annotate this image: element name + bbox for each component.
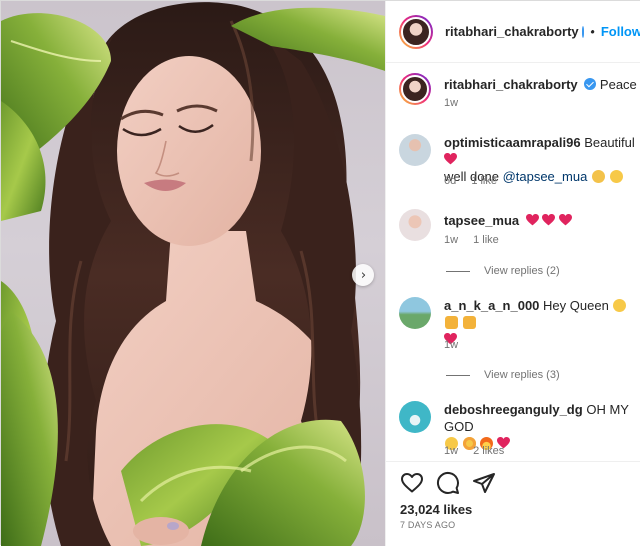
comment-text: Beautiful [584,135,635,150]
comment-username[interactable]: tapsee_mua [444,213,519,228]
comment-like-count[interactable]: 2 likes [473,445,504,457]
comment-row: tapsee_mua [399,209,640,241]
comment-like-count[interactable]: 1 like [473,234,499,246]
chevron-right-icon: › [360,267,367,283]
red-heart-emoji-icon [542,214,556,226]
astonished-face-emoji-icon [609,170,623,183]
clapping-hands-emoji-icon [591,170,605,183]
comment-like-count[interactable]: 1 like [471,175,497,187]
comment-meta: 1w 1 like [444,234,511,246]
smiling-face-emoji-icon [613,299,627,312]
comments-list: ritabhari_chakraborty Peace 1w optimisti… [386,63,640,461]
post-header: ritabhari_chakraborty • Follow [386,1,640,63]
caption-text: Peace [599,77,637,92]
caption-row: ritabhari_chakraborty Peace [399,73,640,105]
view-replies-button[interactable]: View replies (3) [446,369,560,381]
comment-meta: 1w [444,339,470,351]
like-count[interactable]: 23,024 likes [400,502,472,517]
view-replies-label: View replies (3) [484,369,560,381]
commenter-avatar[interactable] [399,297,431,329]
comment-username[interactable]: deboshreeganguly_dg [444,402,583,417]
separator-dot: • [590,24,595,39]
comment-mention[interactable]: @tapsee_mua [503,169,588,184]
instagram-post-dialog: › ritabhari_chakraborty • Follow ritabha… [0,0,640,546]
comment-row: a_n_k_a_n_000 Hey Queen [399,297,640,348]
portrait-illustration [1,2,385,546]
red-heart-emoji-icon [559,214,573,226]
comment-bubble-icon[interactable] [436,471,460,495]
comment-time: 1w [444,234,459,246]
comment-meta: 1w 2 likes [444,445,516,457]
comment-row: optimisticaamrapali96 Beautiful well don… [399,134,640,185]
post-photo[interactable]: › [1,1,385,546]
comment-time: 6d [444,175,457,187]
heart-outline-icon[interactable] [400,471,424,495]
paper-plane-icon[interactable] [472,471,496,495]
comment-time: 1w [444,339,459,351]
comment-username[interactable]: a_n_k_a_n_000 [444,298,539,313]
post-date[interactable]: 7 DAYS AGO [400,520,455,530]
backhand-index-emoji-icon [445,316,458,329]
red-heart-emoji-icon [444,153,457,165]
commenter-avatar[interactable] [399,209,431,241]
replies-divider [446,374,470,376]
verified-badge-icon [581,25,585,38]
author-username[interactable]: ritabhari_chakraborty [445,24,579,39]
caption-username[interactable]: ritabhari_chakraborty [444,77,578,92]
comment-username[interactable]: optimisticaamrapali96 [444,135,581,150]
next-photo-button[interactable]: › [352,264,374,286]
view-replies-button[interactable]: View replies (2) [446,265,560,277]
caption-meta: 1w [444,97,470,109]
verified-badge-icon [584,78,597,90]
backhand-index-emoji-icon [462,316,476,329]
comment-time: 1w [444,445,459,457]
post-side-panel: ritabhari_chakraborty • Follow ritabhari… [385,1,640,546]
author-avatar[interactable] [399,14,433,49]
caption-author-avatar[interactable] [399,73,431,105]
commenter-avatar[interactable] [399,401,431,433]
commenter-avatar[interactable] [399,134,431,166]
caption-time: 1w [444,97,459,109]
comment-row: deboshreeganguly_dg OH MY GOD [399,401,640,452]
follow-button[interactable]: Follow [601,24,640,39]
view-replies-label: View replies (2) [484,265,560,277]
post-actions-bar: 23,024 likes 7 DAYS AGO [386,461,640,546]
red-heart-emoji-icon [525,214,539,226]
replies-divider [446,270,470,272]
comment-text: Hey Queen [543,298,609,313]
comment-meta: 6d 1 like [444,175,509,187]
